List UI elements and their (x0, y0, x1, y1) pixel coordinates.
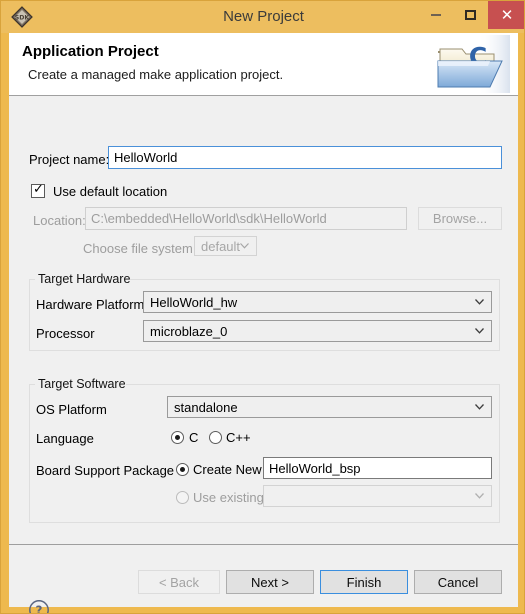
use-default-location-label: Use default location (53, 184, 168, 199)
browse-button[interactable]: Browse... (418, 207, 502, 230)
chevron-down-icon (240, 243, 249, 249)
new-project-dialog: SDK New Project ✕ Application Project Cr… (0, 0, 525, 614)
title-bar[interactable]: SDK New Project ✕ (1, 1, 524, 33)
language-option-c-label: C (189, 430, 199, 445)
language-radio-c[interactable] (171, 431, 184, 444)
maximize-button[interactable] (454, 1, 486, 29)
c-folder-icon: C (432, 35, 510, 93)
help-question-icon[interactable]: ? (28, 599, 50, 614)
os-platform-combo[interactable]: standalone (167, 396, 492, 418)
group-border-right (130, 279, 500, 280)
chevron-down-icon (475, 493, 484, 499)
language-radio-cpp[interactable] (209, 431, 222, 444)
chevron-down-icon (475, 299, 484, 305)
bsp-radio-use-existing[interactable] (176, 491, 189, 504)
group-border-left (29, 279, 35, 280)
page-title: Application Project (22, 43, 159, 60)
file-system-label: Choose file system: (83, 241, 197, 256)
bsp-use-existing-label: Use existing (193, 490, 264, 505)
dialog-client-area: Application Project Create a managed mak… (9, 33, 518, 613)
bsp-radio-create-new[interactable] (176, 463, 189, 476)
chevron-down-icon (475, 404, 484, 410)
os-platform-label: OS Platform (36, 402, 107, 417)
sdk-diamond-icon: SDK (11, 6, 33, 28)
file-system-combo[interactable]: default (194, 236, 257, 256)
processor-combo[interactable]: microblaze_0 (143, 320, 492, 342)
hardware-platform-label: Hardware Platform (36, 297, 145, 312)
group-border-right (126, 384, 500, 385)
radio-dot (180, 467, 185, 472)
footer-separator (9, 544, 518, 545)
check-icon: ✓ (33, 182, 44, 197)
location-input[interactable]: C:\embedded\HelloWorld\sdk\HelloWorld (85, 207, 407, 230)
cancel-button[interactable]: Cancel (414, 570, 502, 594)
bsp-existing-combo[interactable] (263, 485, 492, 507)
back-button[interactable]: < Back (138, 570, 220, 594)
wizard-header: Application Project Create a managed mak… (9, 33, 518, 96)
hardware-platform-value: HelloWorld_hw (150, 294, 238, 310)
minimize-icon (431, 14, 441, 16)
svg-text:?: ? (36, 604, 43, 614)
close-button[interactable]: ✕ (488, 1, 524, 29)
radio-dot (175, 435, 180, 440)
processor-label: Processor (36, 326, 95, 341)
close-icon: ✕ (500, 5, 514, 24)
file-system-value: default (201, 238, 241, 254)
group-border-left (29, 384, 35, 385)
target-hardware-title: Target Hardware (38, 272, 131, 286)
page-subtitle: Create a managed make application projec… (28, 67, 284, 82)
project-name-label: Project name: (29, 152, 110, 167)
language-label: Language (36, 431, 94, 446)
use-default-location-checkbox[interactable]: ✓ (31, 182, 45, 198)
board-support-package-label: Board Support Package (36, 463, 175, 478)
hardware-platform-combo[interactable]: HelloWorld_hw (143, 291, 492, 313)
bsp-name-input[interactable]: HelloWorld_bsp (263, 457, 492, 479)
minimize-button[interactable] (420, 1, 452, 29)
os-platform-value: standalone (174, 399, 238, 415)
language-option-cpp-label: C++ (226, 430, 251, 445)
target-software-title: Target Software (38, 377, 126, 391)
next-button[interactable]: Next > (226, 570, 314, 594)
location-label: Location: (33, 213, 86, 228)
project-name-input[interactable]: HelloWorld (108, 146, 502, 169)
bsp-create-new-label: Create New (193, 462, 262, 477)
chevron-down-icon (475, 328, 484, 334)
finish-button[interactable]: Finish (320, 570, 408, 594)
processor-value: microblaze_0 (150, 323, 228, 339)
svg-text:SDK: SDK (15, 15, 30, 22)
maximize-icon (464, 10, 476, 20)
